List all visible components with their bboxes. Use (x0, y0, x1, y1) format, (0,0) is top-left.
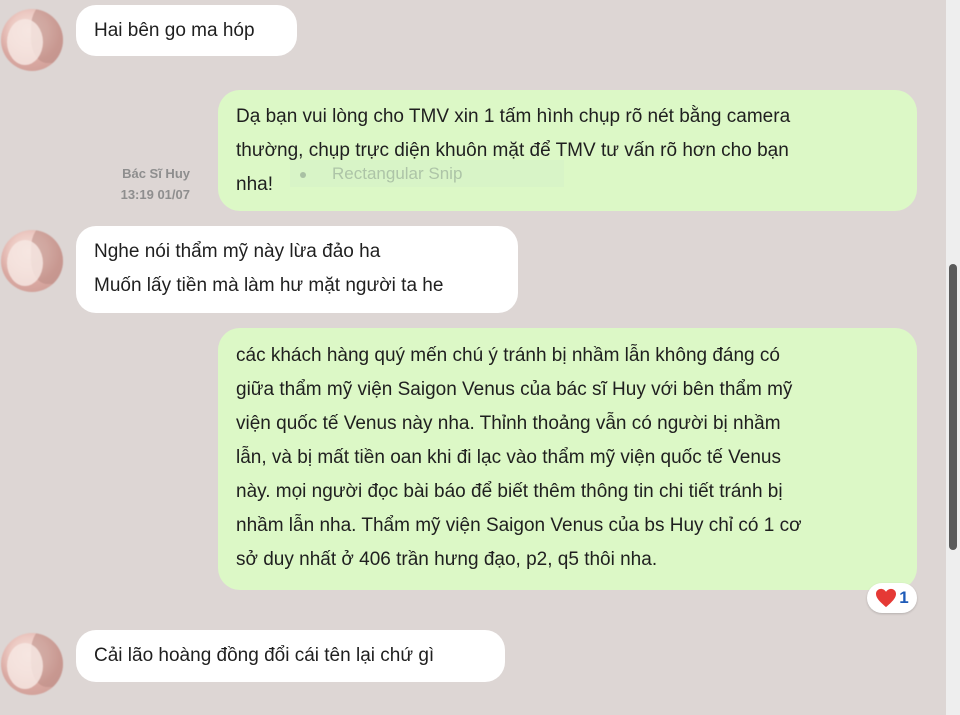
message-text: lẫn, và bị mất tiền oan khi đi lạc vào t… (236, 447, 781, 468)
message-text: viện quốc tế Venus này nha. Thỉnh thoảng… (236, 413, 781, 434)
message-bubble-incoming[interactable]: Hai bên go ma hóp (76, 5, 297, 56)
snip-overlay-label: Rectangular Snip (332, 164, 463, 183)
chat-area: Hai bên go ma hóp Bác Sĩ Huy 13:19 01/07… (0, 0, 946, 715)
message-text: nhầm lẫn nha. Thẩm mỹ viện Saigon Venus … (236, 515, 802, 536)
sender-name: Bác Sĩ Huy (122, 166, 190, 181)
message-text: Muốn lấy tiền mà làm hư mặt người ta he (94, 275, 444, 296)
message-timestamp: 13:19 01/07 (120, 187, 190, 202)
message-bubble-incoming[interactable]: Nghe nói thẩm mỹ này lừa đảo ha Muốn lấy… (76, 226, 518, 313)
message-meta: Bác Sĩ Huy 13:19 01/07 (121, 163, 190, 205)
message-bubble-outgoing[interactable]: Dạ bạn vui lòng cho TMV xin 1 tấm hình c… (218, 90, 917, 211)
scrollbar[interactable] (946, 0, 960, 715)
avatar[interactable] (1, 230, 63, 292)
message-text: này. mọi người đọc bài báo để biết thêm … (236, 481, 783, 502)
snip-overlay: Rectangular Snip (290, 160, 564, 187)
avatar[interactable] (1, 633, 63, 695)
message-text: Hai bên go ma hóp (94, 20, 255, 41)
reaction-badge[interactable]: 1 (867, 583, 917, 613)
avatar[interactable] (1, 9, 63, 71)
message-text: Dạ bạn vui lòng cho TMV xin 1 tấm hình c… (236, 106, 791, 127)
message-bubble-outgoing[interactable]: các khách hàng quý mến chú ý tránh bị nh… (218, 328, 917, 590)
message-bubble-incoming[interactable]: Cải lão hoàng đồng đổi cái tên lại chứ g… (76, 630, 505, 682)
reaction-count: 1 (899, 588, 909, 607)
message-text: giữa thẩm mỹ viện Saigon Venus của bác s… (236, 379, 793, 400)
bullet-icon (300, 171, 306, 178)
scrollbar-thumb[interactable] (949, 264, 957, 550)
message-text: sở duy nhất ở 406 trần hưng đạo, p2, q5 … (236, 549, 658, 570)
heart-icon (876, 588, 897, 608)
message-text: các khách hàng quý mến chú ý tránh bị nh… (236, 345, 780, 366)
message-text: Cải lão hoàng đồng đổi cái tên lại chứ g… (94, 645, 435, 666)
message-text: Nghe nói thẩm mỹ này lừa đảo ha (94, 241, 381, 262)
